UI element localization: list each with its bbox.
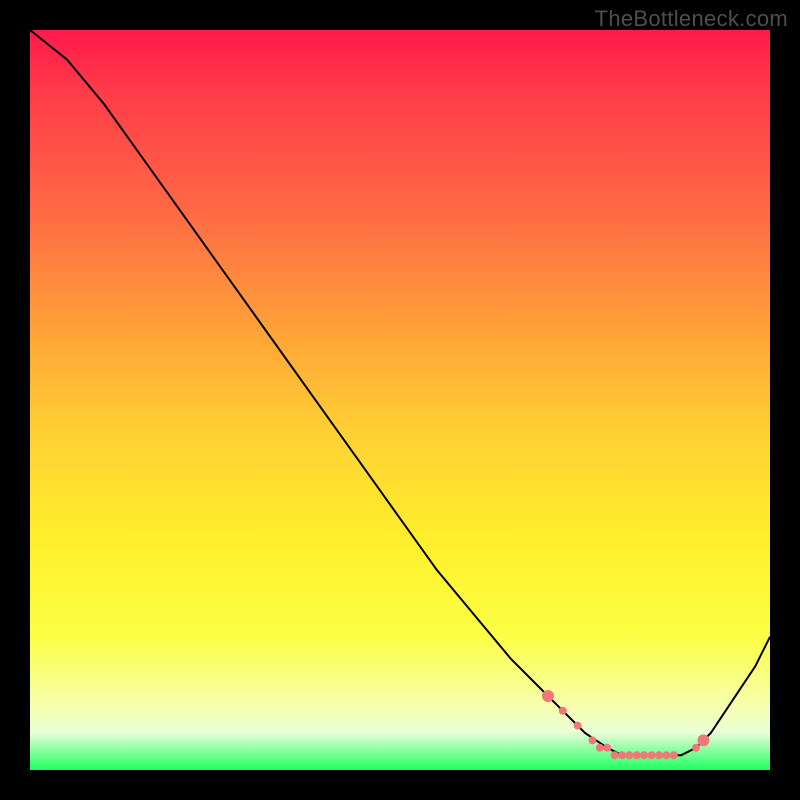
highlight-dot: [559, 707, 567, 715]
highlight-dot: [662, 751, 670, 759]
highlight-dot: [596, 744, 604, 752]
highlight-dot: [625, 751, 633, 759]
highlight-dot: [618, 751, 626, 759]
bottleneck-curve-path: [30, 30, 770, 755]
highlight-dot: [697, 734, 709, 746]
highlight-dot: [542, 690, 554, 702]
curve-layer: [30, 30, 770, 770]
highlight-dot: [692, 744, 700, 752]
highlight-dot: [574, 722, 582, 730]
highlight-dot: [633, 751, 641, 759]
highlight-dot: [648, 751, 656, 759]
highlight-markers: [542, 690, 709, 759]
chart-frame: TheBottleneck.com: [0, 0, 800, 800]
bottleneck-curve: [30, 30, 770, 755]
highlight-dot: [588, 736, 596, 744]
highlight-dot: [655, 751, 663, 759]
highlight-dot: [670, 751, 678, 759]
watermark-text: TheBottleneck.com: [595, 6, 788, 32]
highlight-dot: [611, 751, 619, 759]
highlight-dot: [640, 751, 648, 759]
highlight-dot: [603, 744, 611, 752]
plot-area: [30, 30, 770, 770]
